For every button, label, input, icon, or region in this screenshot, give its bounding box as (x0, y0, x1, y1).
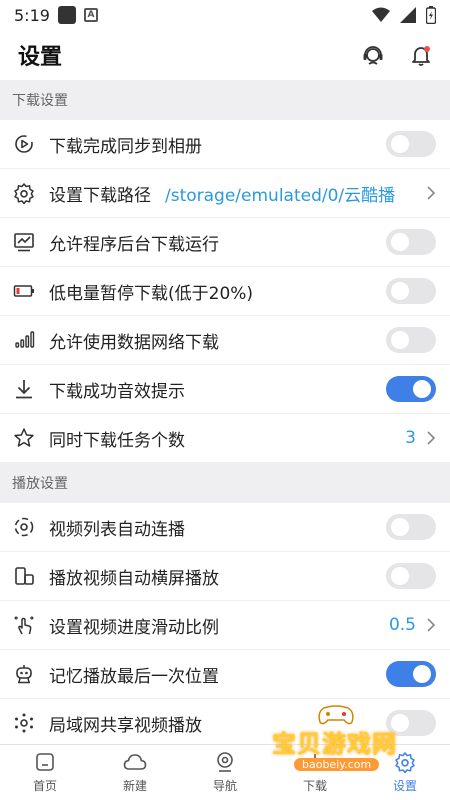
signal-icon (400, 7, 416, 23)
toggle-mobile-data-download[interactable] (386, 327, 436, 353)
wifi-icon (372, 7, 390, 22)
row-label: 视频列表自动连播 (49, 519, 185, 540)
nav-item-new[interactable]: 新建 (90, 745, 180, 800)
download-arrow-icon (12, 377, 36, 401)
notification-a-icon: A (83, 8, 98, 22)
row-mobile-data-download[interactable]: 允许使用数据网络下载 (0, 316, 450, 365)
section-header-playback: 播放设置 (0, 463, 450, 503)
concurrent-tasks-value: 3 (405, 428, 416, 448)
network-hub-icon (12, 711, 36, 735)
toggle-download-sound[interactable] (386, 376, 436, 402)
page-title: 设置 (18, 45, 63, 70)
row-label: 下载成功音效提示 (49, 381, 185, 402)
row-sync-to-album[interactable]: 下载完成同步到相册 (0, 120, 450, 169)
row-label: 局域网共享视频播放 (49, 715, 202, 736)
battery-icon (426, 6, 436, 24)
row-label: 同时下载任务个数 (49, 430, 185, 451)
nav-label: 新建 (122, 779, 147, 793)
row-low-battery-pause[interactable]: 低电量暂停下载(低于20%) (0, 267, 450, 316)
row-autoplay-list[interactable]: 视频列表自动连播 (0, 503, 450, 552)
app-bar: 设置 (0, 30, 450, 80)
section-header-download: 下载设置 (0, 80, 450, 120)
watermark-text: 宝贝游戏网 (272, 730, 397, 758)
toggle-auto-landscape[interactable] (386, 563, 436, 589)
toggle-background-download[interactable] (386, 229, 436, 255)
low-battery-icon (12, 279, 36, 303)
nav-label: 首页 (32, 779, 57, 793)
seek-ratio-value: 0.5 (388, 615, 416, 635)
row-seek-ratio[interactable]: 设置视频进度滑动比例 0.5 (0, 601, 450, 650)
toggle-low-battery-pause[interactable] (386, 278, 436, 304)
cloud-icon (123, 754, 147, 770)
chevron-right-icon (427, 431, 436, 445)
nav-item-navigation[interactable]: 导航 (180, 745, 270, 800)
gear-icon (12, 181, 36, 205)
watermark-url: baobeiy.com (294, 758, 380, 771)
notification-bell-icon[interactable] (410, 44, 432, 66)
play-circle-icon (12, 132, 36, 156)
toggle-sync-to-album[interactable] (386, 131, 436, 157)
customer-service-icon[interactable] (362, 44, 384, 66)
row-label: 允许使用数据网络下载 (49, 332, 219, 353)
row-label: 允许程序后台下载运行 (49, 234, 219, 255)
signal-bars-icon (12, 328, 36, 352)
row-label: 低电量暂停下载(低于20%) (49, 283, 254, 304)
row-label: 记忆播放最后一次位置 (49, 666, 219, 687)
watermark-logo: 宝贝游戏网 baobeiy.com (272, 705, 422, 782)
chevron-right-icon (427, 186, 436, 200)
star-icon (12, 426, 36, 450)
nav-item-home[interactable]: 首页 (0, 745, 90, 800)
swipe-gesture-icon (12, 613, 36, 637)
row-label: 设置视频进度滑动比例 (49, 617, 219, 638)
row-label: 播放视频自动横屏播放 (49, 568, 219, 589)
notification-app-icon (57, 6, 76, 24)
toggle-remember-position[interactable] (386, 661, 436, 687)
row-concurrent-tasks[interactable]: 同时下载任务个数 3 (0, 414, 450, 463)
row-download-sound[interactable]: 下载成功音效提示 (0, 365, 450, 414)
status-bar: 5:19 A (0, 0, 450, 30)
robot-head-icon (12, 662, 36, 686)
row-label: 下载完成同步到相册 (49, 136, 202, 157)
dashed-circle-icon (12, 515, 36, 539)
download-path-value: /storage/emulated/0/云酷播 (165, 185, 396, 206)
nav-label: 导航 (212, 779, 237, 793)
home-icon (36, 753, 54, 771)
status-time: 5:19 (14, 5, 50, 25)
chevron-right-icon (427, 618, 436, 632)
gamepad-icon (318, 705, 354, 725)
row-remember-position[interactable]: 记忆播放最后一次位置 (0, 650, 450, 699)
row-download-path[interactable]: 设置下载路径 /storage/emulated/0/云酷播 (0, 169, 450, 218)
row-label: 设置下载路径 (49, 185, 151, 206)
monitor-chart-icon (12, 230, 36, 254)
row-background-download[interactable]: 允许程序后台下载运行 (0, 218, 450, 267)
row-auto-landscape[interactable]: 播放视频自动横屏播放 (0, 552, 450, 601)
screen-rotate-icon (12, 564, 36, 588)
toggle-autoplay-list[interactable] (386, 514, 436, 540)
compass-icon (217, 752, 233, 772)
